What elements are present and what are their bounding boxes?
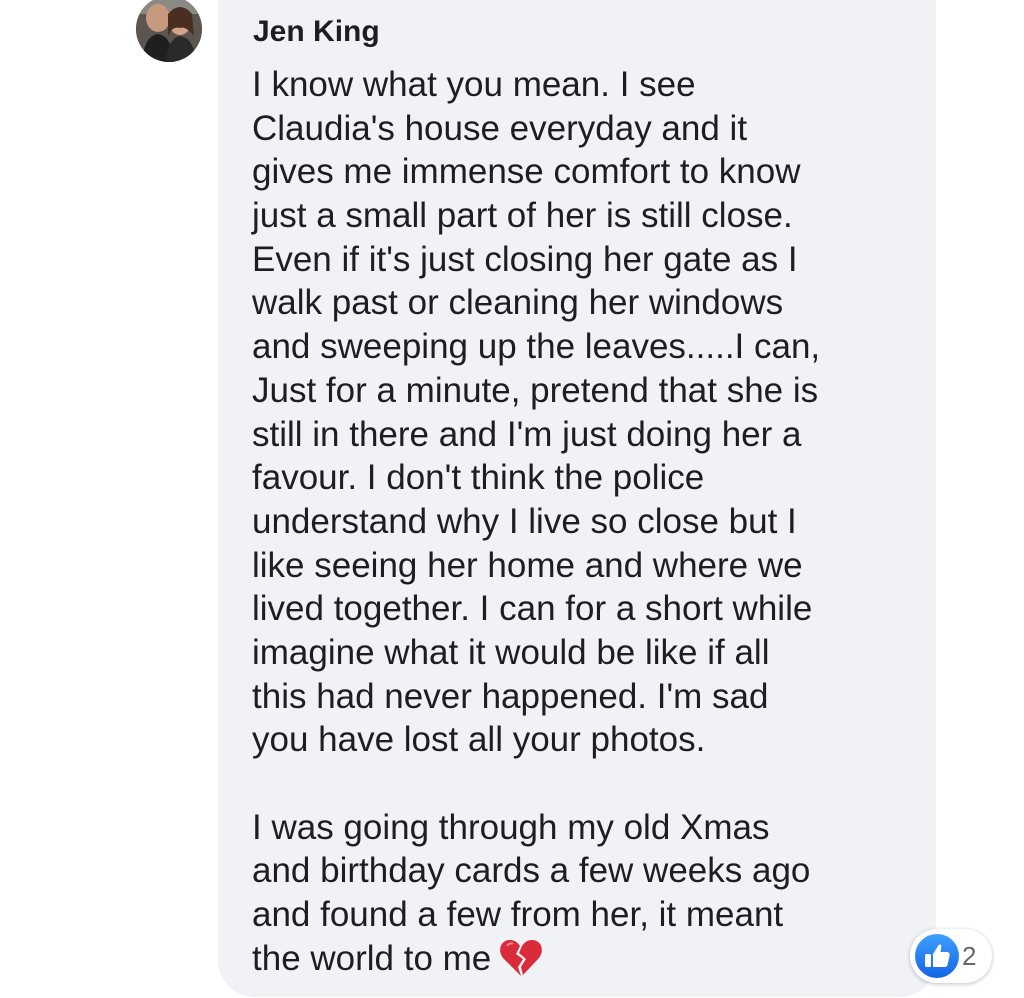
comment-line: I was going through my old Xmas [252,807,770,847]
comment-author-name[interactable]: Jen King [253,12,380,52]
comment-line: you have lost all your photos. [252,720,706,760]
reaction-count: 2 [962,941,977,971]
comment-line: favour. I don't think the police [252,458,705,498]
comment-line: and found a few from her, it meant [252,895,784,935]
comment-line: just a small part of her is still close. [252,196,793,236]
comment-line: imagine what it would be like if all [252,632,770,672]
comment-line: Even if it's just closing her gate as I [252,239,798,279]
reactions-badge[interactable]: 2 [910,929,992,983]
comment-line: understand why I live so close but I [252,501,797,541]
comment-line: Claudia's house everyday and it [252,108,748,148]
comment-last-line: the world to me [252,937,932,981]
avatar-photo [136,0,202,62]
comment-line: walk past or cleaning her windows [252,283,784,323]
comment-screen: Jen King I know what you mean. I see Cla… [0,0,1024,998]
like-icon [915,934,959,978]
comment-line-text: the world to me [252,938,492,978]
comment-line: and sweeping up the leaves.....I can, [252,327,821,367]
comment-line: like seeing her home and where we [252,545,803,585]
avatar[interactable] [136,0,202,62]
comment-line: Just for a minute, pretend that she is [252,370,819,410]
comment-text: I know what you mean. I see Claudia's ho… [252,63,932,980]
comment-line: this had never happened. I'm sad [252,676,769,716]
comment-line: lived together. I can for a short while [252,589,813,629]
broken-heart-icon [500,939,543,976]
comment-line: gives me immense comfort to know [252,152,801,192]
comment-line: still in there and I'm just doing her a [252,414,802,454]
comment-line: and birthday cards a few weeks ago [252,851,811,891]
comment-line: I know what you mean. I see [252,65,696,104]
